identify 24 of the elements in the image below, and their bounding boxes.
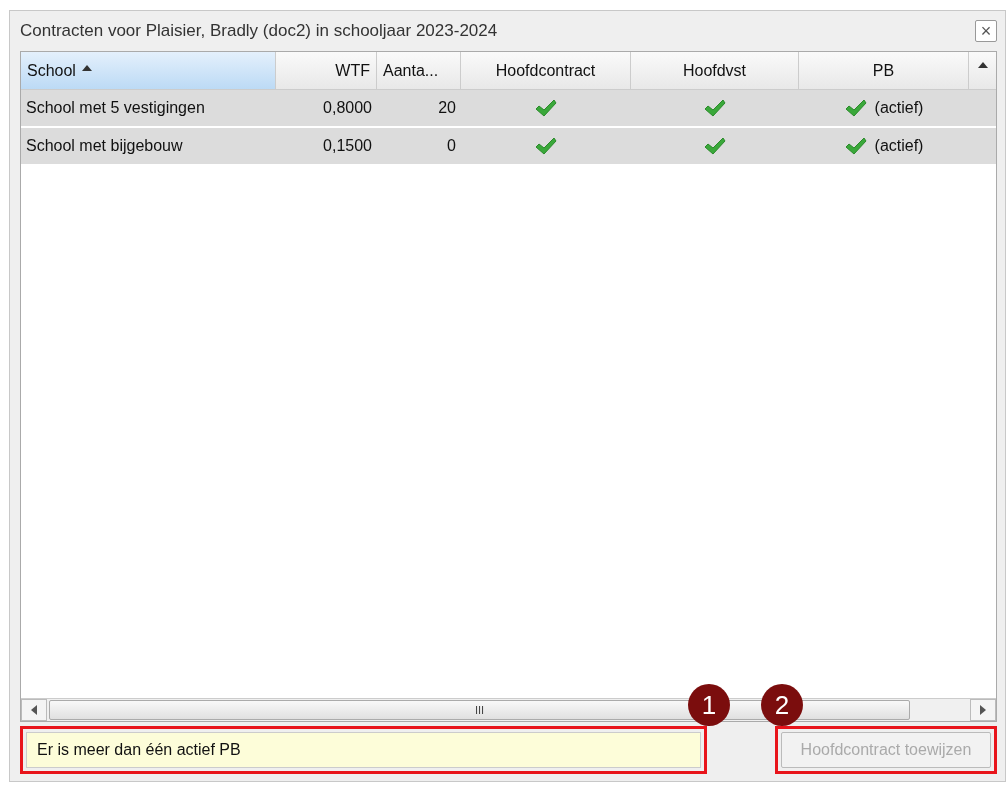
sort-up-icon [81,64,92,71]
scroll-left-button[interactable] [21,699,47,721]
table-cell-text: 20 [437,99,457,117]
column-header[interactable]: Hoofdvst [631,52,799,89]
table-cell-text: 0,8000 [322,99,373,117]
table-cell-text: 0 [446,137,457,155]
column-header[interactable]: PB [799,52,969,89]
status-text: (actief) [874,137,924,155]
table-cell-text: School met bijgebouw [25,137,184,155]
column-header[interactable]: School [21,52,276,89]
column-header[interactable]: Hoofdcontract [461,52,631,89]
column-header[interactable]: WTF [276,52,377,89]
scroll-right-button[interactable] [970,699,996,721]
close-button[interactable]: × [975,20,997,42]
status-text: (actief) [874,99,924,117]
up-arrow-icon [977,62,988,68]
message-text: Er is meer dan één actief PB [26,731,701,768]
grip-text: III [474,704,485,716]
table-cell-text: 0,1500 [322,137,373,155]
column-header[interactable]: Aanta... [377,52,461,89]
table-cell-text: School met 5 vestigingen [25,99,206,117]
left-arrow-icon [31,705,37,715]
right-arrow-icon [980,705,986,715]
window-title: Contracten voor Plaisier, Bradly (doc2) in schooljaar 2023-2024 [20,21,498,41]
